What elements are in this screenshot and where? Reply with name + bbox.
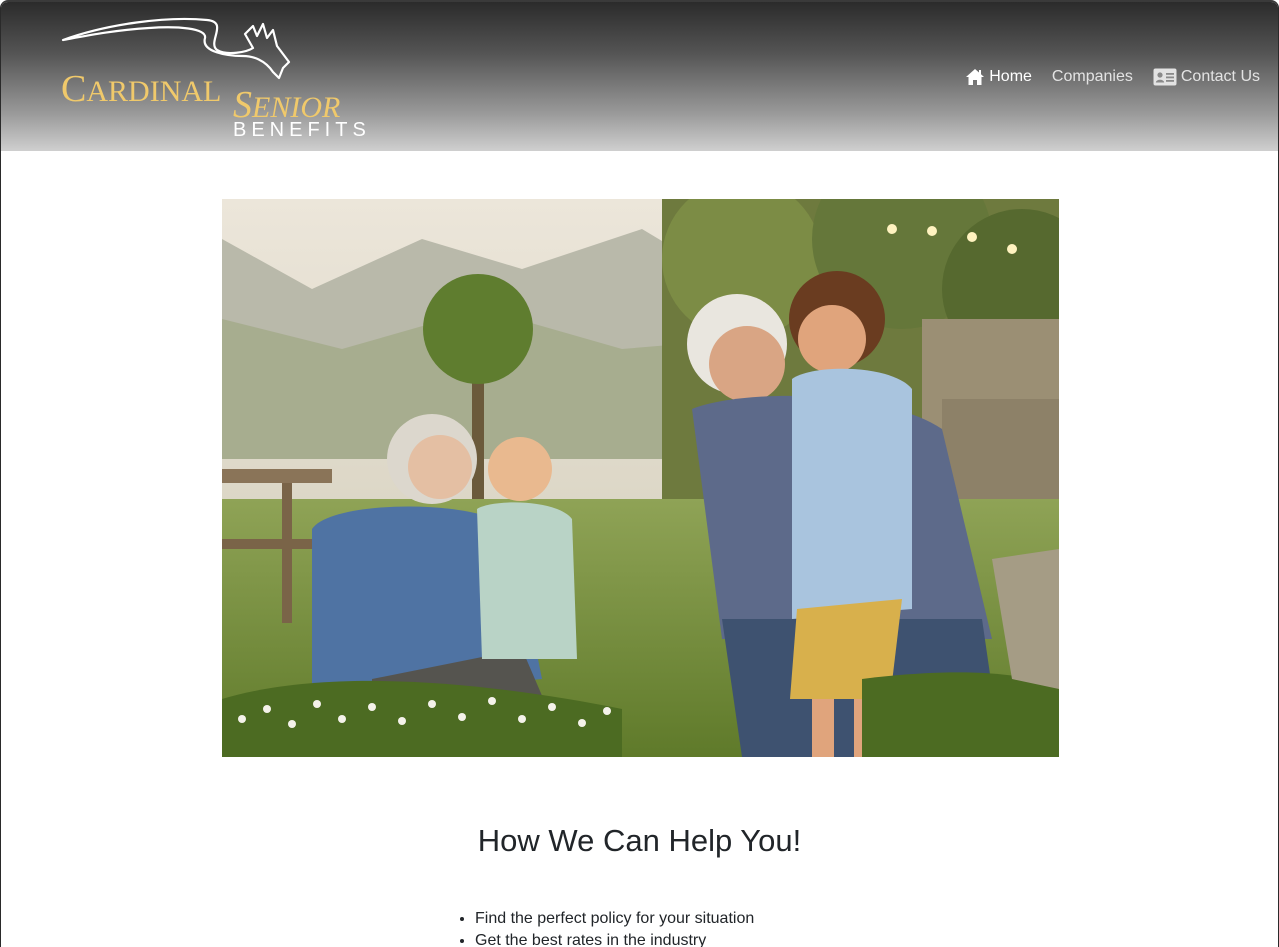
nav-item-label: Home — [989, 68, 1032, 85]
main-nav: Home Companies Contact Us — [965, 68, 1260, 86]
nav-item-label: Companies — [1051, 68, 1133, 85]
brand-word-benefits: BENEFITS — [233, 119, 371, 141]
contact-card-icon — [1153, 68, 1177, 86]
nav-item-contact-us[interactable]: Contact Us — [1153, 68, 1260, 86]
nav-item-companies[interactable]: Companies — [1052, 68, 1133, 86]
home-icon — [965, 68, 985, 86]
page: CARDINAL SENIOR BENEFITS Home Companies — [0, 0, 1279, 947]
brand-word-cardinal: CARDINAL — [61, 68, 222, 110]
list-item: Find the perfect policy for your situati… — [475, 908, 754, 930]
brand-logo[interactable]: CARDINAL SENIOR BENEFITS — [57, 12, 377, 144]
hero-image — [222, 199, 1059, 757]
nav-item-home[interactable]: Home — [965, 68, 1032, 86]
section-title: How We Can Help You! — [477, 823, 802, 858]
family-photo-image — [222, 199, 1059, 757]
nav-item-label: Contact Us — [1180, 68, 1260, 85]
navbar: CARDINAL SENIOR BENEFITS Home Companies — [1, 2, 1278, 151]
list-item: Get the best rates in the industry — [475, 930, 754, 947]
benefits-list: Find the perfect policy for your situati… — [435, 908, 754, 947]
